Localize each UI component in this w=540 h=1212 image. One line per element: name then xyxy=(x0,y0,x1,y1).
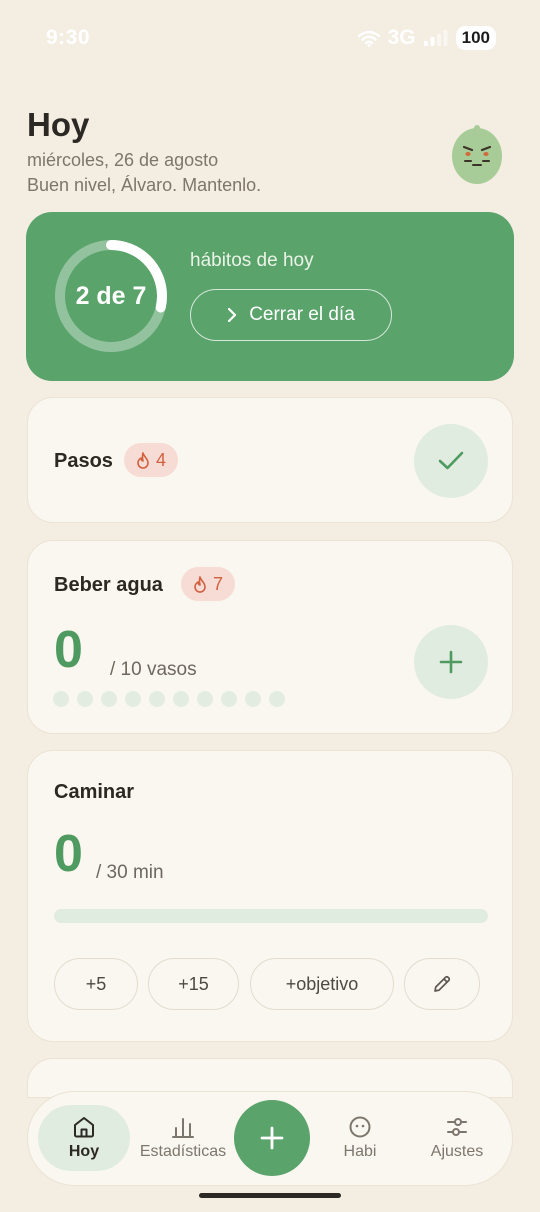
water-glass-dot xyxy=(197,691,213,707)
nav-item-estadisticas[interactable]: Estadísticas xyxy=(134,1105,232,1171)
status-bar: 9:30 3G 100 xyxy=(0,0,540,78)
walk-minutes: 0 xyxy=(54,825,83,883)
walk-progress-bar xyxy=(54,909,488,923)
status-time: 9:30 xyxy=(46,26,91,49)
flame-icon xyxy=(194,575,206,593)
signal-icon xyxy=(423,30,448,46)
streak-badge: 7 xyxy=(181,567,236,601)
check-icon xyxy=(438,451,464,470)
add-goal-button[interactable]: +objetivo xyxy=(250,958,394,1010)
daily-summary-card: 2 de 7 hábitos de hoy Cerrar el día xyxy=(26,212,514,381)
page-subtitle: Buen nivel, Álvaro. Mantenlo. xyxy=(27,175,262,195)
habit-card-pasos[interactable]: Pasos 4 xyxy=(27,397,513,523)
nav-label: Hoy xyxy=(68,1143,100,1160)
water-glass-dot xyxy=(77,691,93,707)
water-glass-dot xyxy=(221,691,237,707)
add-water-button[interactable] xyxy=(414,625,488,699)
add-habit-button[interactable] xyxy=(234,1100,310,1176)
water-glass-dot xyxy=(149,691,165,707)
wifi-icon xyxy=(357,30,380,47)
water-glass-dot xyxy=(269,691,285,707)
network-label: 3G xyxy=(387,26,416,49)
nav-item-hoy[interactable]: Hoy xyxy=(38,1105,130,1171)
face-icon xyxy=(349,1116,371,1138)
streak-count: 4 xyxy=(156,449,167,470)
summary-caption: hábitos de hoy xyxy=(190,250,314,271)
streak-count: 7 xyxy=(213,573,224,594)
pencil-icon xyxy=(434,975,451,992)
water-goal: / 10 vasos xyxy=(110,659,197,680)
habit-card-beber-agua[interactable]: Beber agua 7 0 / 10 vasos xyxy=(27,540,513,734)
sliders-icon xyxy=(447,1118,467,1136)
page-date: miércoles, 26 de agosto xyxy=(27,150,219,170)
nav-label: Estadísticas xyxy=(139,1143,227,1160)
battery-indicator: 100 xyxy=(455,26,496,50)
habit-card-caminar[interactable]: Caminar 0 / 30 min +5 +15 +objetivo xyxy=(27,750,513,1042)
water-count: 0 xyxy=(54,621,83,679)
water-glass-dot xyxy=(173,691,189,707)
habit-name: Pasos xyxy=(54,450,113,472)
nav-label: Ajustes xyxy=(430,1143,484,1160)
mascot-avatar[interactable] xyxy=(451,123,503,185)
status-indicators: 3G 100 xyxy=(357,26,496,50)
bar-chart-icon xyxy=(172,1118,194,1138)
water-glass-dot xyxy=(125,691,141,707)
water-glass-dot xyxy=(53,691,69,707)
bottom-nav: Hoy Estadísticas Habi Ajustes xyxy=(27,1091,513,1186)
habit-name: Beber agua xyxy=(54,574,163,596)
home-icon xyxy=(74,1117,94,1138)
nav-item-ajustes[interactable]: Ajustes xyxy=(412,1105,502,1171)
habits-count: 2 de 7 xyxy=(75,281,147,310)
nav-item-habi[interactable]: Habi xyxy=(320,1105,400,1171)
nav-label: Habi xyxy=(343,1143,377,1160)
chevron-right-icon xyxy=(228,307,237,323)
plus-icon xyxy=(260,1126,284,1150)
habit-name: Caminar xyxy=(54,781,135,803)
flame-icon xyxy=(137,451,149,469)
edit-button[interactable] xyxy=(404,958,480,1010)
water-glass-dot xyxy=(101,691,117,707)
walk-goal: / 30 min xyxy=(96,862,164,883)
complete-check-button[interactable] xyxy=(414,424,488,498)
close-day-button[interactable]: Cerrar el día xyxy=(190,289,392,341)
add-15-button[interactable]: +15 xyxy=(148,958,239,1010)
streak-badge: 4 xyxy=(124,443,179,477)
water-glass-dot xyxy=(245,691,261,707)
close-day-label: Cerrar el día xyxy=(249,304,355,325)
plus-icon xyxy=(439,650,463,674)
page-title: Hoy xyxy=(27,106,90,143)
home-indicator xyxy=(199,1193,341,1198)
add-5-button[interactable]: +5 xyxy=(54,958,138,1010)
water-glasses-dots xyxy=(53,691,285,707)
